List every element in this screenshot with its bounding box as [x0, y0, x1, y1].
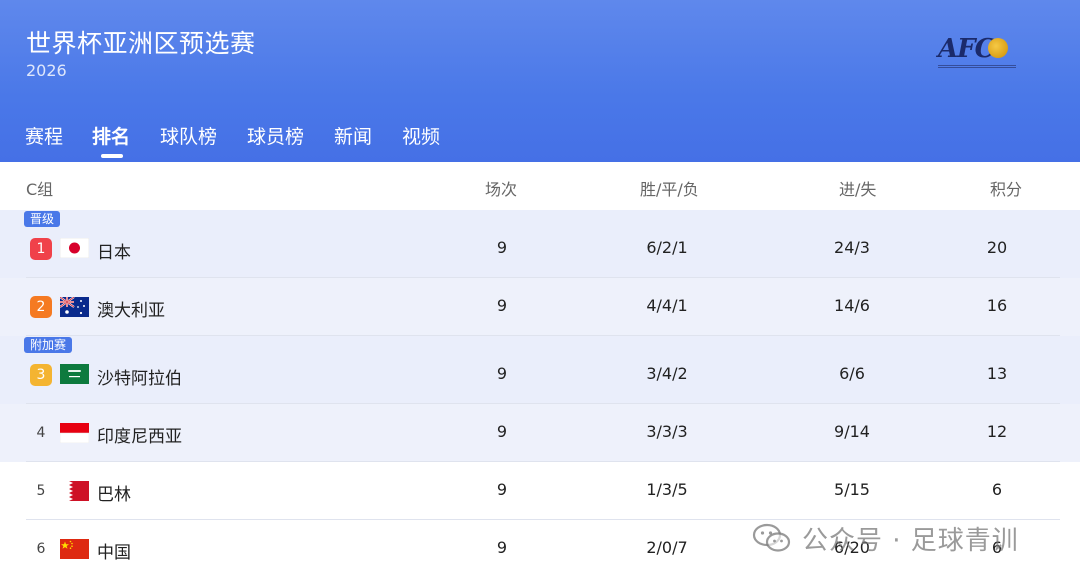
afc-logo: AFC [936, 34, 1016, 76]
wechat-icon [752, 522, 792, 554]
rank-badge: 1 [30, 238, 52, 260]
played-cell: 9 [496, 296, 508, 315]
wdl-cell: 1/3/5 [646, 480, 688, 499]
table-row[interactable]: 附加赛 3 沙特阿拉伯 9 3/4/2 6/6 13 [0, 336, 1080, 404]
played-cell: 9 [496, 538, 508, 557]
played-cell: 9 [496, 238, 508, 257]
column-points: 积分 [990, 180, 1023, 199]
played-cell: 9 [496, 364, 508, 383]
japan-flag-icon [60, 238, 89, 258]
australia-flag-icon [60, 297, 89, 317]
tab-video[interactable]: 视频 [402, 122, 440, 149]
column-wdl: 胜/平/负 [640, 180, 699, 199]
table-header: C组 场次 胜/平/负 进/失 积分 [0, 162, 1080, 210]
rank-number: 6 [36, 541, 46, 557]
qualified-badge: 晋级 [24, 211, 61, 227]
active-tab-indicator [101, 154, 123, 158]
rank-badge: 3 [30, 364, 52, 386]
points-cell: 6 [991, 480, 1003, 499]
tab-schedule[interactable]: 赛程 [25, 122, 63, 149]
wdl-cell: 6/2/1 [646, 238, 688, 257]
team-name: 中国 [97, 543, 131, 563]
goals-cell: 14/6 [834, 296, 870, 315]
team-name: 沙特阿拉伯 [97, 369, 182, 389]
tab-bar: 赛程 排名 球队榜 球员榜 新闻 视频 [0, 108, 1080, 162]
tab-team-rankings[interactable]: 球队榜 [160, 122, 217, 149]
wdl-cell: 4/4/1 [646, 296, 688, 315]
tab-player-rankings[interactable]: 球员榜 [247, 122, 304, 149]
tab-news[interactable]: 新闻 [334, 122, 372, 149]
played-cell: 9 [496, 480, 508, 499]
playoff-badge: 附加赛 [24, 337, 73, 353]
goals-cell: 9/14 [834, 422, 870, 441]
table-row[interactable]: 晋级 1 日本 9 6/2/1 24/3 20 [0, 210, 1080, 278]
bahrain-flag-icon [60, 481, 89, 501]
played-cell: 9 [496, 422, 508, 441]
points-cell: 13 [986, 364, 1008, 383]
china-flag-icon [60, 539, 89, 559]
tab-standings[interactable]: 排名 [92, 122, 130, 149]
team-name: 日本 [97, 243, 131, 263]
column-played: 场次 [485, 180, 518, 199]
team-name: 巴林 [97, 485, 131, 505]
page-header: 世界杯亚洲区预选赛 2026 AFC 赛程 排名 球队榜 球员榜 新闻 视频 [0, 0, 1080, 162]
points-cell: 20 [986, 238, 1008, 257]
page-title: 世界杯亚洲区预选赛 [26, 29, 256, 58]
football-icon [988, 38, 1008, 58]
column-goals: 进/失 [839, 180, 877, 199]
table-row[interactable]: 5 巴林 9 1/3/5 5/15 6 [0, 462, 1080, 520]
wdl-cell: 3/3/3 [646, 422, 688, 441]
rank-number: 4 [36, 425, 46, 441]
points-cell: 12 [986, 422, 1008, 441]
wdl-cell: 2/0/7 [646, 538, 688, 557]
team-name: 澳大利亚 [97, 301, 165, 321]
table-row[interactable]: 4 印度尼西亚 9 3/3/3 9/14 12 [0, 404, 1080, 462]
goals-cell: 6/6 [839, 364, 865, 383]
goals-cell: 5/15 [834, 480, 870, 499]
goals-cell: 24/3 [834, 238, 870, 257]
watermark-text: 公众号 · 足球青训 [802, 526, 1019, 556]
indonesia-flag-icon [60, 423, 89, 443]
season-year: 2026 [26, 61, 67, 80]
points-cell: 16 [986, 296, 1008, 315]
group-label: C组 [26, 180, 54, 199]
saudi-arabia-flag-icon [60, 364, 89, 384]
team-name: 印度尼西亚 [97, 427, 182, 447]
afc-logo-text: AFC [938, 34, 995, 64]
logo-subline [938, 65, 1016, 68]
wdl-cell: 3/4/2 [646, 364, 688, 383]
rank-number: 5 [36, 483, 46, 499]
rank-badge: 2 [30, 296, 52, 318]
table-row[interactable]: 2 澳大利亚 9 4/4/1 14/6 16 [0, 278, 1080, 336]
